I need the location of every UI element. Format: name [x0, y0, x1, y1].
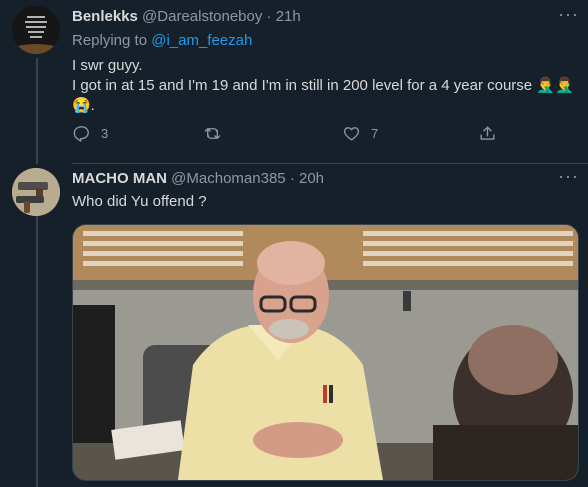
- more-label: ···: [558, 166, 579, 186]
- like-button[interactable]: 7: [342, 124, 378, 143]
- tweet-1-line-3: 😭.: [72, 97, 95, 114]
- like-count: 7: [371, 126, 379, 141]
- tweet-2-text: Who did Yu offend ?: [72, 193, 207, 210]
- avatar-benlekks-image: [12, 6, 60, 54]
- heart-icon: [343, 127, 360, 141]
- more-icon[interactable]: ···: [558, 166, 579, 187]
- reply-icon: [73, 126, 89, 142]
- author-name[interactable]: Benlekks: [72, 8, 138, 25]
- tweet-1-line-2: I got in at 15 and I'm 19 and I'm in sti…: [72, 77, 574, 94]
- tweet-time[interactable]: 21h: [276, 8, 301, 25]
- reply-count: 3: [101, 126, 109, 141]
- separator: ·: [266, 8, 272, 25]
- office-photo: [73, 225, 578, 480]
- thread-line-bottom: [36, 216, 38, 487]
- retweet-icon: [204, 128, 221, 139]
- tweet-time[interactable]: 20h: [299, 170, 324, 187]
- replying-to: Replying to @i_am_feezah: [72, 32, 252, 49]
- author-handle[interactable]: @Machoman385: [171, 170, 285, 187]
- reply-button[interactable]: 3: [72, 124, 108, 143]
- separator: ·: [289, 170, 295, 187]
- thread-line-top: [36, 58, 38, 164]
- replying-prefix: Replying to: [72, 32, 148, 49]
- retweet-button[interactable]: [203, 124, 232, 143]
- share-icon: [480, 126, 495, 140]
- tweet-2-header: MACHO MAN @Machoman385 · 20h: [72, 170, 324, 187]
- more-label: ···: [558, 4, 579, 24]
- avatar-macho-man[interactable]: [12, 168, 60, 216]
- replying-handle-link[interactable]: @i_am_feezah: [151, 32, 252, 49]
- avatar-benlekks[interactable]: [12, 6, 60, 54]
- avatar-macho-man-image: [12, 168, 60, 216]
- tweet-1-text: I swr guyy. I got in at 15 and I'm 19 an…: [72, 56, 577, 116]
- more-icon[interactable]: ···: [558, 4, 579, 25]
- tweet-1-line-1: I swr guyy.: [72, 57, 143, 74]
- tweet-divider: [72, 163, 588, 164]
- author-handle[interactable]: @Darealstoneboy: [142, 8, 262, 25]
- author-name[interactable]: MACHO MAN: [72, 170, 167, 187]
- share-button[interactable]: [478, 124, 497, 143]
- tweet-1-header: Benlekks @Darealstoneboy · 21h: [72, 8, 301, 25]
- tweet-media-photo[interactable]: [72, 224, 579, 481]
